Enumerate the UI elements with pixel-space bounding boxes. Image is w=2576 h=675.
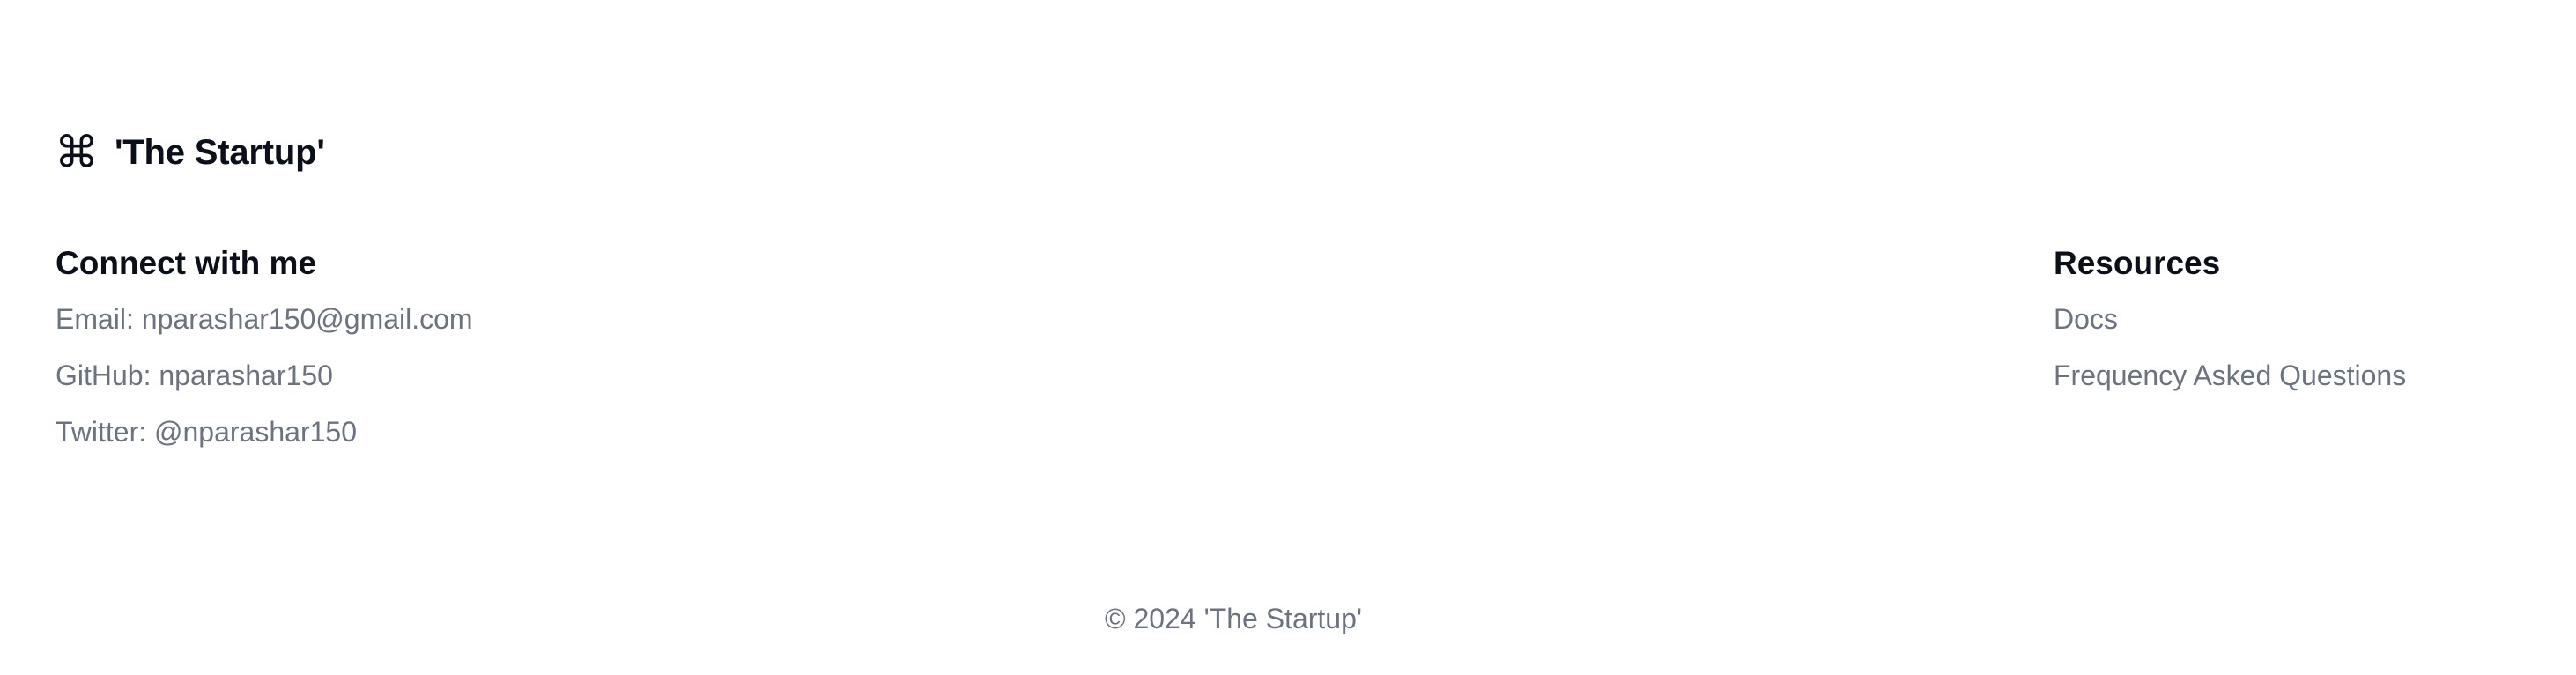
contact-github-link[interactable]: GitHub: nparashar150 [56,360,333,391]
copyright-text: © 2024 'The Startup' [1105,603,1362,634]
resources-list: Docs Frequency Asked Questions [2054,301,2406,393]
connect-section: Connect with me Email: nparashar150@gmai… [56,243,473,471]
contact-email-link[interactable]: Email: nparashar150@gmail.com [56,303,473,335]
command-icon: ⌘ [55,127,99,178]
contact-twitter-link[interactable]: Twitter: @nparashar150 [56,416,357,448]
brand-logo-link[interactable]: ⌘ 'The Startup' [55,130,325,174]
resource-faq-link[interactable]: Frequency Asked Questions [2054,360,2406,391]
connect-heading: Connect with me [56,245,317,281]
contact-email[interactable]: Email: nparashar150@gmail.com [56,301,473,337]
brand-name: 'The Startup' [115,132,325,172]
resource-faq[interactable]: Frequency Asked Questions [2054,358,2406,393]
contact-github[interactable]: GitHub: nparashar150 [56,358,473,393]
resources-heading: Resources [2054,245,2221,281]
contact-twitter[interactable]: Twitter: @nparashar150 [56,414,473,449]
resource-docs-link[interactable]: Docs [2054,303,2118,335]
site-footer: ⌘ 'The Startup' Connect with me Email: n… [0,0,2576,675]
connect-list: Email: nparashar150@gmail.com GitHub: np… [56,301,473,449]
resource-docs[interactable]: Docs [2054,301,2406,337]
resources-section: Resources Docs Frequency Asked Questions [2054,243,2406,414]
